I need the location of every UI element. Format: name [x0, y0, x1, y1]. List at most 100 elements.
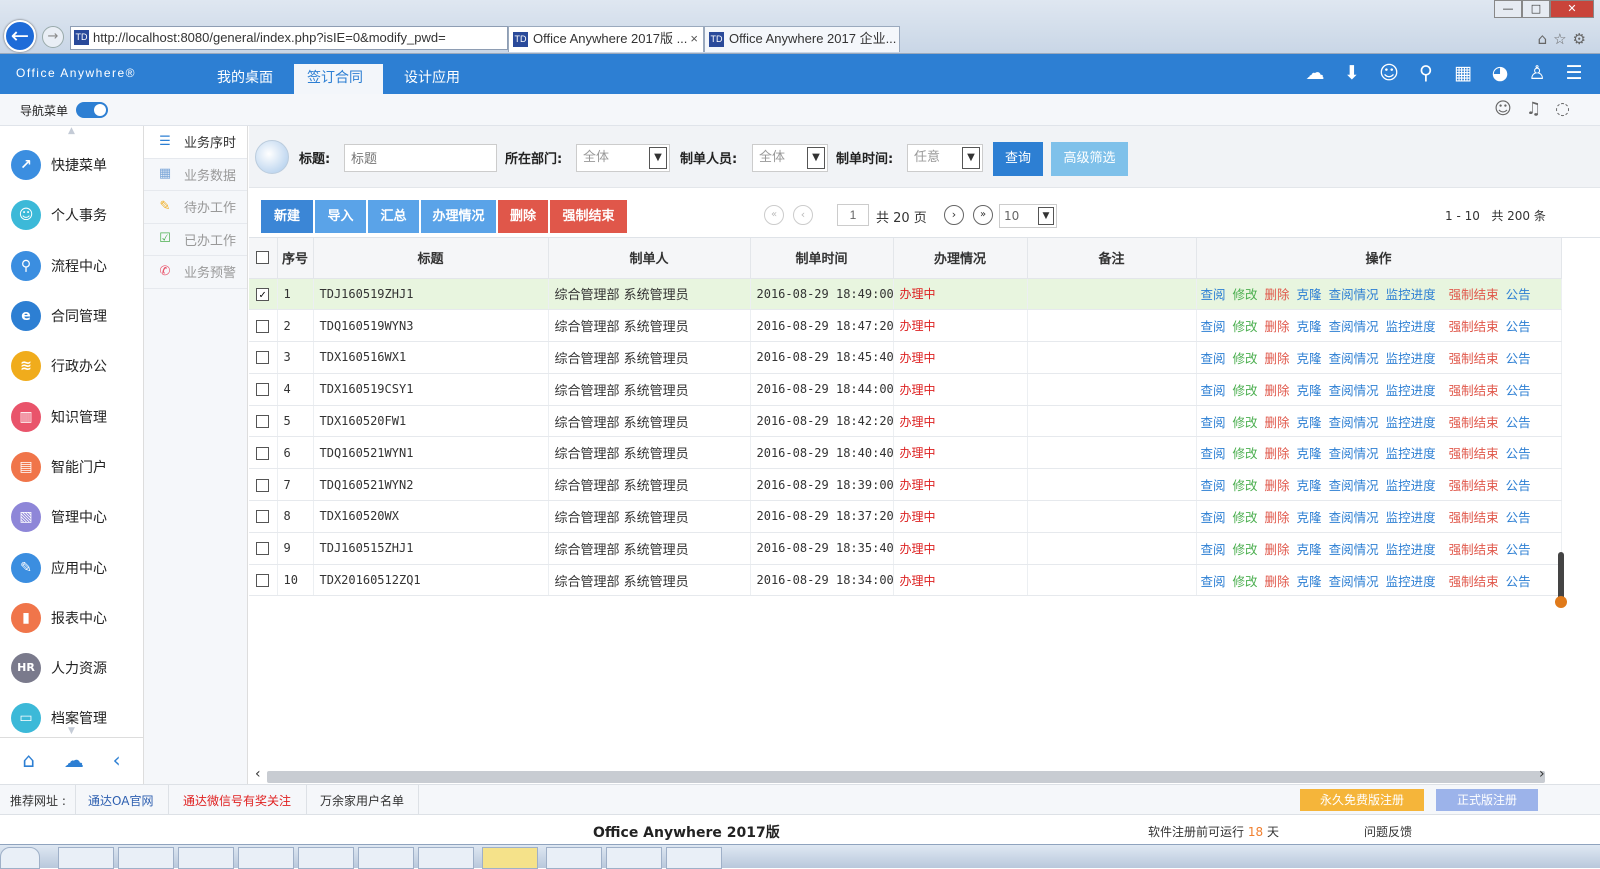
star-icon[interactable]: ☆ — [1553, 30, 1572, 48]
subnav-item[interactable]: ▦ 业务数据 — [144, 159, 247, 191]
table-row[interactable]: 8 TDX160520WX 综合管理部 系统管理员 2016-08-29 18:37:… — [249, 500, 1562, 533]
maximize-button[interactable]: □ — [1522, 0, 1550, 18]
row-action-link[interactable]: 删除 — [1265, 319, 1290, 334]
row-action-link[interactable]: 克隆 — [1297, 415, 1322, 430]
row-action-link[interactable]: 监控进度 — [1386, 351, 1436, 366]
scroll-left-icon[interactable]: ‹ — [255, 766, 261, 782]
advanced-filter-button[interactable]: 高级筛选 — [1051, 142, 1128, 176]
row-checkbox[interactable] — [256, 510, 269, 524]
row-action-link[interactable]: 监控进度 — [1386, 415, 1436, 430]
table-row[interactable]: 3 TDX160516WX1 综合管理部 系统管理员 2016-08-29 18:45… — [249, 341, 1562, 374]
row-action-link[interactable]: 修改 — [1233, 415, 1258, 430]
tab-close-icon[interactable]: × — [690, 27, 698, 51]
home-icon[interactable]: ⌂ — [22, 748, 35, 772]
row-action-link[interactable]: 查阅情况 — [1329, 446, 1379, 461]
row-action-link[interactable]: 克隆 — [1297, 351, 1322, 366]
table-row[interactable]: 9 TDJ160515ZHJ1 综合管理部 系统管理员 2016-08-29 18:3… — [249, 532, 1562, 565]
row-checkbox[interactable] — [256, 351, 269, 365]
row-action-link[interactable]: 强制结束 — [1449, 287, 1499, 302]
row-checkbox[interactable] — [256, 574, 269, 588]
sidebar-item[interactable]: HR 人力资源 — [0, 643, 143, 693]
row-checkbox[interactable] — [256, 415, 269, 429]
feedback-link[interactable]: 问题反馈 — [1364, 823, 1412, 840]
row-action-link[interactable]: 查阅情况 — [1329, 351, 1379, 366]
row-action-link[interactable]: 删除 — [1265, 478, 1290, 493]
row-action-link[interactable]: 修改 — [1233, 478, 1258, 493]
sidebar-scroll-up-icon[interactable]: ▲ — [0, 126, 143, 140]
row-action-link[interactable]: 强制结束 — [1449, 510, 1499, 525]
taskbar-item[interactable] — [58, 847, 114, 869]
table-row[interactable]: ✓ 1 TDJ160519ZHJ1 综合管理部 系统管理员 2016-08-29 18:… — [249, 278, 1562, 311]
row-action-link[interactable]: 删除 — [1265, 510, 1290, 525]
row-action-link[interactable]: 克隆 — [1297, 542, 1322, 557]
tab-design-app[interactable]: 设计应用 — [391, 64, 473, 94]
row-action-link[interactable]: 公告 — [1506, 478, 1531, 493]
row-action-link[interactable]: 强制结束 — [1449, 478, 1499, 493]
row-action-link[interactable]: 查阅 — [1201, 287, 1226, 302]
row-action-link[interactable]: 查阅情况 — [1329, 574, 1379, 589]
sidebar-item[interactable]: ▤ 智能门户 — [0, 442, 143, 492]
nav-menu-toggle[interactable] — [76, 102, 108, 118]
row-action-link[interactable]: 监控进度 — [1386, 287, 1436, 302]
row-action-link[interactable]: 修改 — [1233, 383, 1258, 398]
window-close-button[interactable]: ✕ — [1550, 0, 1594, 18]
row-action-link[interactable]: 克隆 — [1297, 446, 1322, 461]
wechat-follow-link[interactable]: 通达微信号有奖关注 — [183, 792, 291, 809]
row-action-link[interactable]: 修改 — [1233, 542, 1258, 557]
row-action-link[interactable]: 修改 — [1233, 351, 1258, 366]
taskbar-item[interactable] — [238, 847, 294, 869]
toolbar-button[interactable]: 强制结束 — [550, 200, 627, 233]
sidebar-scroll-down-icon[interactable]: ▼ — [0, 726, 143, 738]
row-action-link[interactable]: 强制结束 — [1449, 383, 1499, 398]
tab-my-desktop[interactable]: 我的桌面 — [204, 64, 286, 94]
scroll-knob[interactable] — [1555, 596, 1567, 608]
row-action-link[interactable]: 监控进度 — [1386, 478, 1436, 493]
page-number-input[interactable] — [837, 204, 869, 226]
row-action-link[interactable]: 查阅情况 — [1329, 415, 1379, 430]
subnav-item[interactable]: ✎ 待办工作 — [144, 191, 247, 224]
table-row[interactable]: 7 TDQ160521WYN2 综合管理部 系统管理员 2016-08-29 18:3… — [249, 468, 1562, 502]
free-register-button[interactable]: 永久免费版注册 — [1300, 789, 1424, 811]
help-cloud-icon[interactable]: ☁ — [64, 748, 84, 772]
row-action-link[interactable]: 公告 — [1506, 415, 1531, 430]
table-row[interactable]: 5 TDX160520FW1 综合管理部 系统管理员 2016-08-29 18:42… — [249, 405, 1562, 438]
sidebar-item[interactable]: ☺ 个人事务 — [0, 190, 143, 240]
collapse-chevron-icon[interactable]: ‹ — [113, 748, 121, 772]
row-action-link[interactable]: 查阅 — [1201, 478, 1226, 493]
shirt-icon[interactable]: ♙ — [1525, 61, 1549, 85]
last-page-button[interactable]: » — [973, 205, 993, 225]
row-action-link[interactable]: 查阅 — [1201, 351, 1226, 366]
forward-button[interactable]: → — [42, 26, 64, 48]
settings-gear-icon[interactable]: ⚙ — [1573, 30, 1592, 48]
row-action-link[interactable]: 克隆 — [1297, 287, 1322, 302]
row-action-link[interactable]: 强制结束 — [1449, 574, 1499, 589]
row-action-link[interactable]: 删除 — [1265, 287, 1290, 302]
apps-icon[interactable]: ▦ — [1451, 61, 1475, 85]
col-header-title[interactable]: 标题 — [313, 238, 549, 279]
table-row[interactable]: 4 TDX160519CSY1 综合管理部 系统管理员 2016-08-29 18:4… — [249, 373, 1562, 406]
taskbar-item-active[interactable] — [482, 847, 538, 869]
query-button[interactable]: 查询 — [993, 142, 1043, 176]
next-page-button[interactable]: › — [944, 205, 964, 225]
row-action-link[interactable]: 查阅 — [1201, 383, 1226, 398]
col-header-no[interactable]: 序号 — [277, 238, 314, 279]
sidebar-item[interactable]: ▥ 知识管理 — [0, 391, 143, 441]
sidebar-item[interactable]: ✎ 应用中心 — [0, 542, 143, 592]
theme-icon[interactable]: ◕ — [1488, 61, 1512, 85]
toolbar-button[interactable]: 删除 — [498, 200, 548, 233]
start-button[interactable] — [0, 847, 40, 869]
row-action-link[interactable]: 查阅 — [1201, 415, 1226, 430]
row-checkbox[interactable]: ✓ — [256, 287, 269, 301]
row-action-link[interactable]: 删除 — [1265, 574, 1290, 589]
prev-page-button[interactable]: ‹ — [793, 205, 813, 225]
sidebar-item[interactable]: ↗ 快捷菜单 — [0, 140, 143, 190]
row-action-link[interactable]: 查阅情况 — [1329, 287, 1379, 302]
col-header-note[interactable]: 备注 — [1027, 238, 1197, 279]
row-action-link[interactable]: 修改 — [1233, 287, 1258, 302]
sidebar-item[interactable]: e 合同管理 — [0, 291, 143, 341]
row-action-link[interactable]: 监控进度 — [1386, 383, 1436, 398]
taskbar-item[interactable] — [418, 847, 474, 869]
row-checkbox[interactable] — [256, 446, 269, 460]
table-row[interactable]: 2 TDQ160519WYN3 综合管理部 系统管理员 2016-08-29 18:4… — [249, 309, 1562, 343]
row-action-link[interactable]: 查阅情况 — [1329, 510, 1379, 525]
